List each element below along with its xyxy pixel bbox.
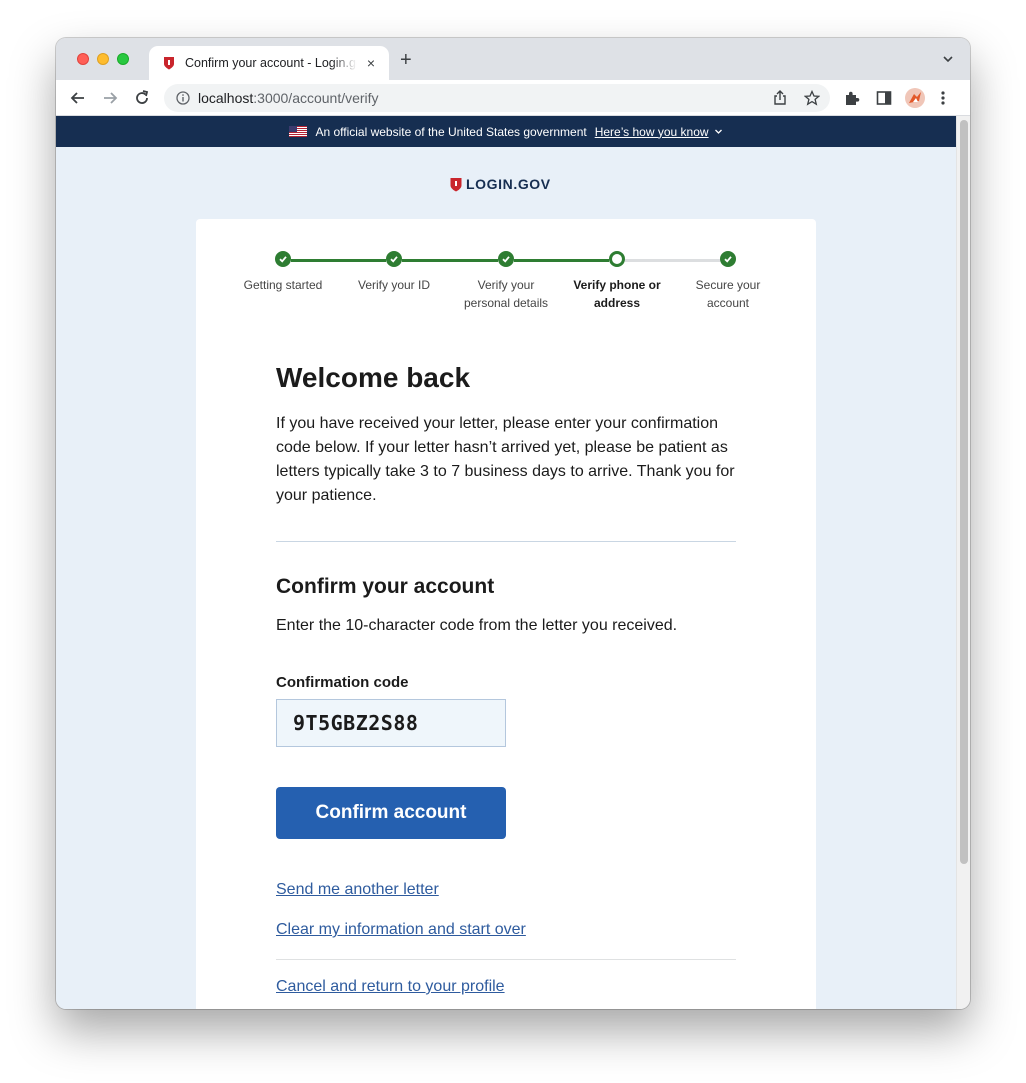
bookmark-star-icon[interactable] bbox=[804, 90, 820, 106]
confirm-description: Enter the 10-character code from the let… bbox=[276, 617, 678, 634]
step-connector bbox=[402, 259, 498, 262]
page-scrollbar[interactable] bbox=[956, 116, 970, 1009]
more-options-icon[interactable] bbox=[941, 89, 945, 107]
share-icon[interactable] bbox=[772, 90, 788, 106]
divider bbox=[276, 959, 736, 960]
divider bbox=[276, 541, 736, 542]
step-complete-check-icon bbox=[498, 251, 514, 267]
shield-icon bbox=[450, 177, 462, 191]
profile-fox-icon bbox=[909, 92, 921, 103]
step-label-getting-started: Getting started bbox=[243, 278, 323, 292]
chevron-down-icon[interactable] bbox=[942, 53, 954, 65]
address-bar[interactable]: localhost:3000/account/verify bbox=[164, 84, 830, 112]
login-gov-favicon-icon bbox=[164, 57, 174, 70]
step-current-circle-icon bbox=[609, 251, 625, 267]
profile-avatar[interactable] bbox=[905, 88, 925, 108]
url-text: localhost:3000/account/verify bbox=[198, 90, 379, 106]
tab-strip: Confirm your account - Login.gov × + bbox=[56, 38, 970, 80]
confirm-account-button[interactable]: Confirm account bbox=[276, 787, 506, 839]
step-complete-check-icon bbox=[275, 251, 291, 267]
confirmation-code-label: Confirmation code bbox=[276, 674, 409, 691]
step-label-verify-id: Verify your ID bbox=[357, 278, 431, 292]
browser-window: Confirm your account - Login.gov × + loc… bbox=[56, 38, 970, 1009]
confirm-heading: Confirm your account bbox=[276, 575, 495, 598]
confirmation-code-input[interactable] bbox=[276, 699, 506, 747]
login-gov-logo[interactable]: LOGIN.GOV bbox=[450, 176, 551, 192]
close-window-button[interactable] bbox=[77, 53, 89, 65]
step-label-secure-account: Secure your account bbox=[695, 278, 761, 310]
cancel-return-profile-link[interactable]: Cancel and return to your profile bbox=[276, 978, 505, 996]
step-connector bbox=[625, 259, 720, 262]
clear-and-start-over-link[interactable]: Clear my information and start over bbox=[276, 921, 526, 939]
logo-text: LOGIN.GOV bbox=[466, 176, 551, 192]
send-another-letter-link[interactable]: Send me another letter bbox=[276, 881, 439, 899]
tab-title: Confirm your account - Login.gov bbox=[185, 56, 357, 70]
browser-toolbar: localhost:3000/account/verify bbox=[56, 80, 970, 116]
us-flag-icon bbox=[289, 126, 308, 137]
reload-icon[interactable] bbox=[133, 89, 151, 107]
forward-arrow-icon[interactable] bbox=[101, 89, 119, 107]
step-connector bbox=[291, 259, 386, 262]
step-complete-check-icon bbox=[386, 251, 402, 267]
gov-banner: An official website of the United States… bbox=[56, 116, 956, 147]
step-complete-check-icon bbox=[720, 251, 736, 267]
minimize-window-button[interactable] bbox=[97, 53, 109, 65]
verify-card: Getting started Verify your ID Verify yo… bbox=[196, 219, 816, 1009]
web-page: An official website of the United States… bbox=[56, 116, 956, 1009]
back-arrow-icon[interactable] bbox=[69, 89, 87, 107]
maximize-window-button[interactable] bbox=[117, 53, 129, 65]
intro-paragraph: If you have received your letter, please… bbox=[276, 415, 735, 504]
step-connector bbox=[514, 259, 609, 262]
info-icon[interactable] bbox=[176, 91, 190, 105]
scrollbar-thumb[interactable] bbox=[960, 120, 968, 864]
browser-tab[interactable]: Confirm your account - Login.gov × bbox=[149, 46, 389, 80]
step-label-personal-details: Verify your personal details bbox=[463, 278, 549, 310]
step-label-verify-phone-address: Verify phone or address bbox=[573, 278, 661, 310]
banner-text: An official website of the United States… bbox=[315, 124, 587, 139]
page-title: Welcome back bbox=[276, 362, 471, 393]
chevron-down-icon[interactable] bbox=[714, 127, 723, 136]
extensions-puzzle-icon[interactable] bbox=[843, 89, 861, 107]
side-panel-icon[interactable] bbox=[875, 89, 893, 107]
heres-how-you-know-link[interactable]: Here’s how you know bbox=[595, 125, 709, 139]
new-tab-button[interactable]: + bbox=[400, 50, 412, 70]
close-tab-icon[interactable]: × bbox=[363, 55, 379, 71]
